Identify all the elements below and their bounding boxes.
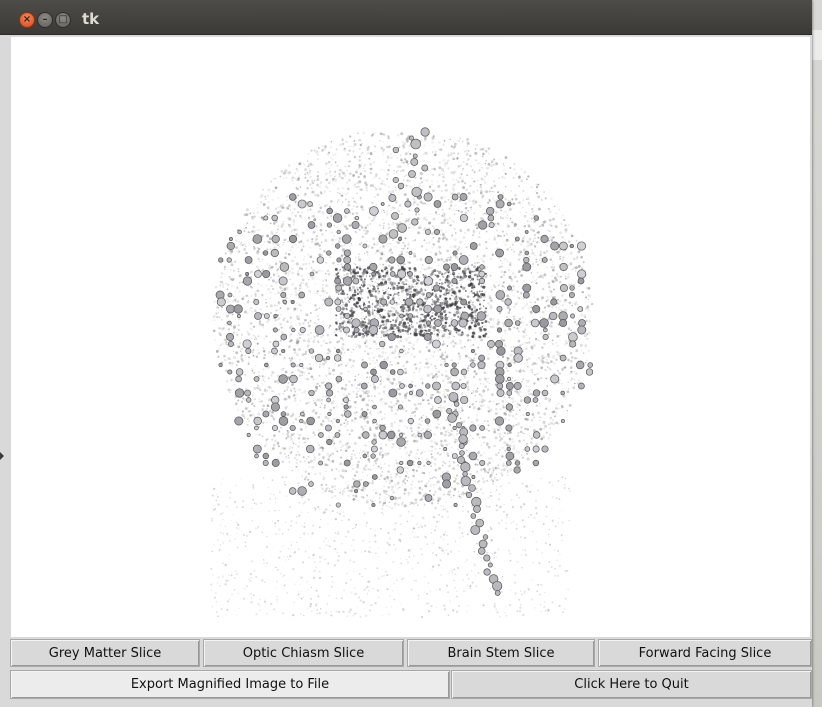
forward-facing-slice-button[interactable]: Forward Facing Slice: [598, 639, 812, 667]
image-canvas[interactable]: [11, 37, 810, 637]
window-content: Grey Matter Slice Optic Chiasm Slice Bra…: [9, 35, 812, 707]
title-bar[interactable]: × – □ tk: [0, 0, 812, 35]
quit-button[interactable]: Click Here to Quit: [451, 670, 812, 699]
export-image-button[interactable]: Export Magnified Image to File: [10, 670, 450, 699]
window-title: tk: [82, 10, 100, 28]
maximize-icon[interactable]: □: [55, 12, 71, 28]
grey-matter-slice-button[interactable]: Grey Matter Slice: [10, 639, 200, 667]
app-window: × – □ tk Grey Matter Slice Optic Chiasm …: [0, 0, 812, 707]
brain-stem-slice-button[interactable]: Brain Stem Slice: [407, 639, 595, 667]
brain-scatter-image: [210, 127, 594, 619]
close-icon[interactable]: ×: [19, 12, 35, 28]
resize-handle-icon[interactable]: [0, 452, 4, 460]
optic-chiasm-slice-button[interactable]: Optic Chiasm Slice: [203, 639, 404, 667]
desktop-background: [812, 0, 822, 707]
minimize-icon[interactable]: –: [37, 12, 53, 28]
